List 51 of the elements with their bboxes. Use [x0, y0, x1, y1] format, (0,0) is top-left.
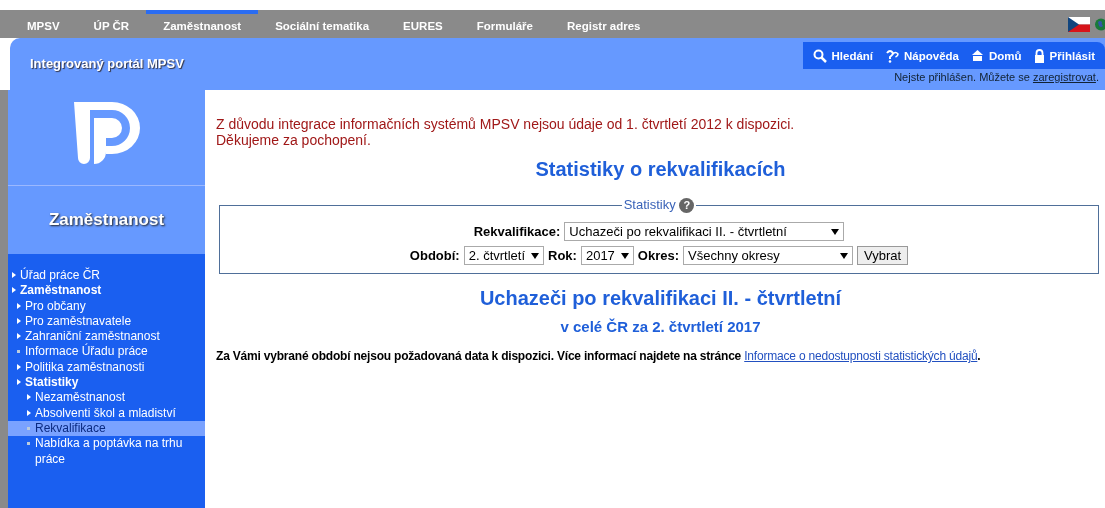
- caret-icon: [620, 252, 629, 259]
- caret-icon: [531, 252, 540, 259]
- help-icon: [885, 48, 900, 63]
- field-label: Rekvalifikace:: [473, 224, 561, 239]
- flag-icon[interactable]: [1068, 16, 1090, 32]
- caret-icon: [840, 252, 849, 259]
- notice-text: Z důvodu integrace informačních systémů MPSV nejsou údaje od 1. čtvrtletí 2012 k dispozici.: [216, 116, 796, 132]
- register-link[interactable]: zaregistrovat: [1032, 71, 1096, 83]
- nav-tab[interactable]: EURES: [386, 10, 460, 38]
- header-link[interactable]: Nápověda: [885, 48, 959, 63]
- field-label: Okres:: [637, 248, 680, 263]
- nav-tab[interactable]: ÚP ČR: [76, 10, 147, 38]
- section-title: Zaměstnanost: [8, 186, 205, 254]
- menu-item[interactable]: Úřad práce ČR: [8, 268, 205, 284]
- nav-tab[interactable]: Sociální tematika: [258, 10, 387, 38]
- header-link[interactable]: Domů: [971, 49, 1022, 62]
- result-subtitle: v celé ČR za 2. čtvrtletí 2017: [559, 318, 762, 335]
- header-link[interactable]: Přihlásit: [1033, 48, 1095, 63]
- login-note: Nejste přihlášen. Můžete se zaregistrovat.: [894, 70, 1100, 83]
- page-title: Statistiky o rekvalifikacích: [534, 158, 787, 181]
- menu-item[interactable]: Nabídka a poptávka na trhu práce: [8, 436, 205, 467]
- dropdown[interactable]: 2. čtvrtletí: [463, 246, 545, 265]
- menu-item[interactable]: Nezaměstnanost: [8, 390, 205, 406]
- home-icon: [971, 49, 984, 62]
- caret-icon: [831, 228, 840, 235]
- info-message: Za Vámi vybrané období nejsou požadovaná data k dispozici. Více informací najdete na stránce Informace o nedostupnosti statistických údajů.: [216, 349, 982, 363]
- result-title: Uchazeči po rekvalifikaci II. - čtvrtletní: [478, 287, 843, 310]
- search-icon: [812, 48, 827, 63]
- legend-text: Statistiky: [623, 197, 676, 212]
- help-icon[interactable]: ?: [679, 198, 695, 213]
- menu-item[interactable]: Politika zaměstnanosti: [8, 359, 205, 376]
- menu-item[interactable]: Absolventi škol a mladiství: [8, 405, 205, 421]
- menu-item[interactable]: Pro občany: [8, 298, 205, 314]
- menu-item[interactable]: Rekvalifikace: [8, 420, 205, 437]
- dropdown[interactable]: Uchazeči po rekvalifikaci II. - čtvrtletní: [564, 222, 845, 241]
- submit-button[interactable]: Vybrat: [857, 246, 909, 265]
- lock-icon: [1033, 48, 1045, 63]
- nav-tab[interactable]: MPSV: [10, 10, 77, 38]
- menu-item[interactable]: Statistiky: [8, 375, 205, 391]
- nav-tab[interactable]: Registr adres: [550, 10, 658, 38]
- menu-item[interactable]: Informace Úřadu práce: [8, 344, 205, 360]
- field-label: Období:: [409, 248, 460, 263]
- notice-text: Děkujeme za pochopení.: [216, 132, 372, 148]
- field-label: Rok:: [548, 248, 577, 263]
- dropdown[interactable]: 2017: [580, 246, 634, 265]
- menu-item[interactable]: Zaměstnanost: [8, 283, 205, 299]
- menu-item[interactable]: Pro zaměstnavatele: [8, 313, 205, 330]
- portal-title: Integrovaný portál MPSV: [29, 55, 184, 73]
- nav-tab[interactable]: Formuláře: [459, 10, 550, 38]
- dropdown[interactable]: Všechny okresy: [683, 246, 854, 265]
- header-link[interactable]: Hledání: [812, 48, 874, 63]
